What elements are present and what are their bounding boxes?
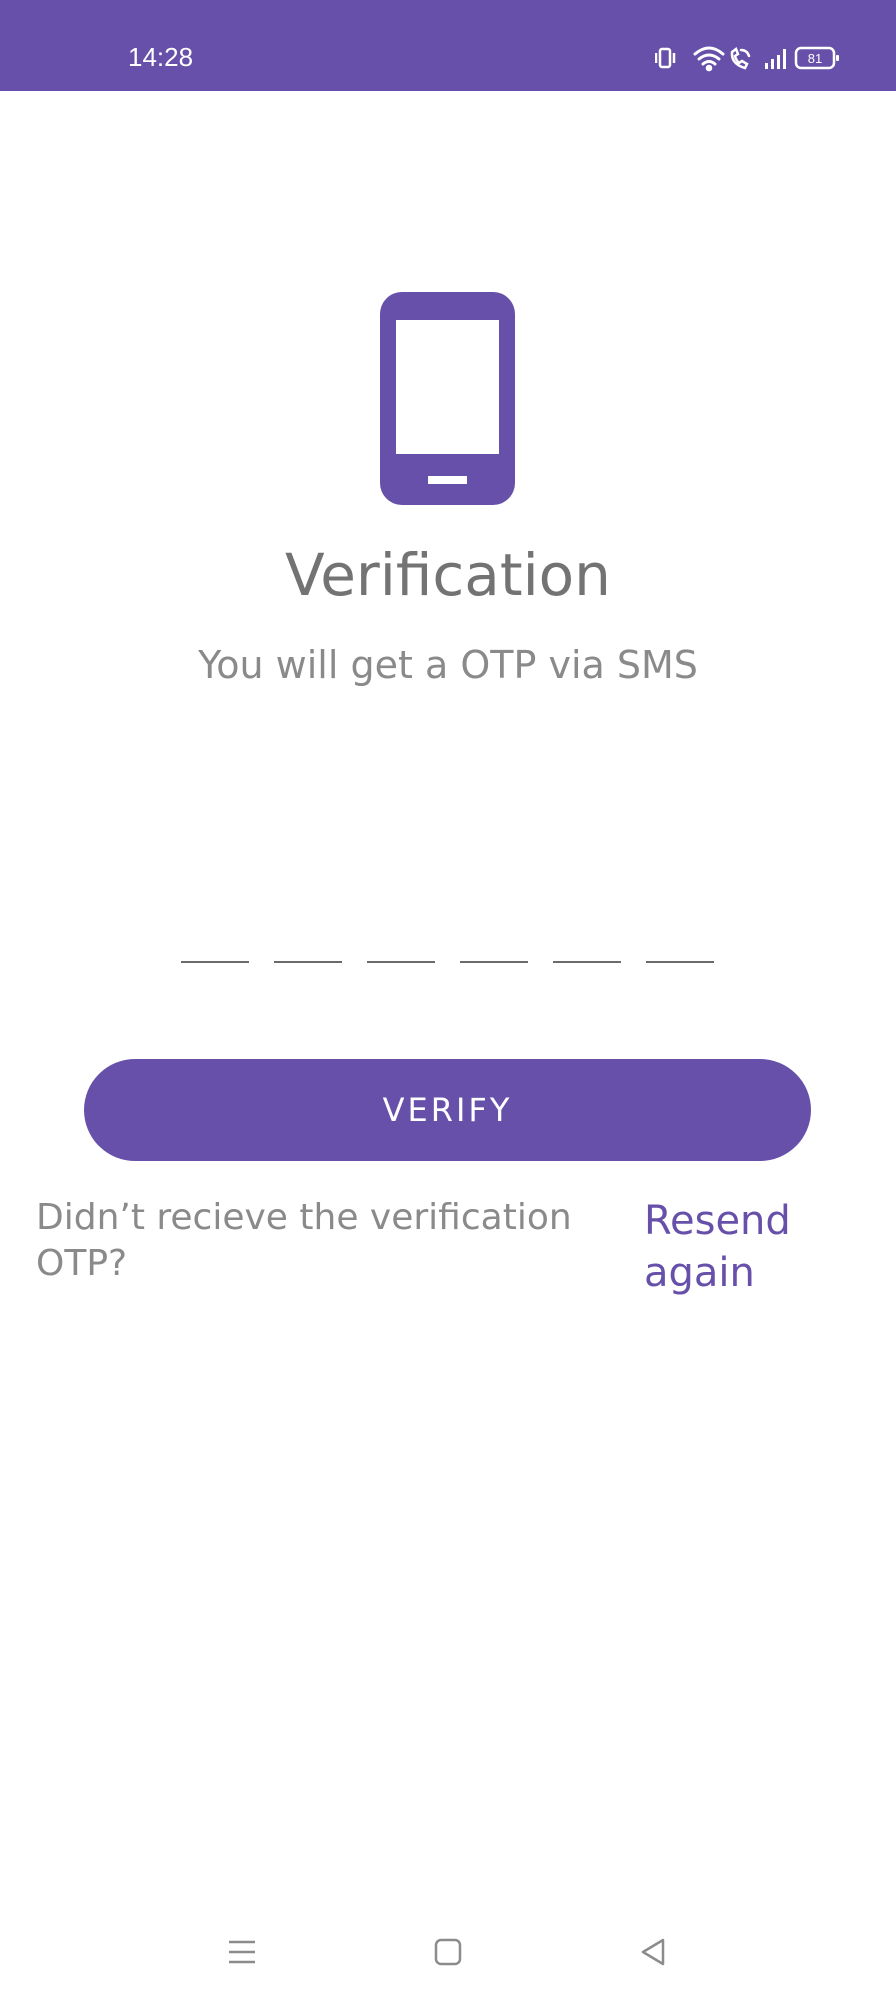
verify-button[interactable]: VERIFY (84, 1059, 811, 1161)
status-bar: 14:28 81 (0, 0, 896, 91)
menu-icon (229, 1940, 255, 1964)
battery-icon: 81 (794, 46, 839, 70)
menu-button[interactable] (215, 1925, 269, 1979)
signal-icon (765, 49, 786, 69)
smartphone-icon (380, 292, 515, 505)
otp-digit-2[interactable] (274, 941, 342, 963)
back-button[interactable] (626, 1925, 680, 1979)
back-icon (641, 1938, 665, 1966)
system-navigation-bar (0, 1925, 896, 1979)
battery-level: 81 (808, 51, 822, 66)
otp-input-group[interactable] (181, 941, 714, 963)
home-button[interactable] (421, 1925, 475, 1979)
wifi-calling-icon (730, 47, 751, 70)
wifi-icon (693, 46, 725, 72)
otp-digit-4[interactable] (460, 941, 528, 963)
otp-digit-5[interactable] (553, 941, 621, 963)
otp-digit-1[interactable] (181, 941, 249, 963)
status-time: 14:28 (128, 42, 194, 72)
home-icon (434, 1938, 462, 1966)
page-subtitle: You will get a OTP via SMS (198, 643, 698, 687)
page-title: Verification (285, 541, 611, 609)
status-icons: 81 (655, 46, 839, 72)
resend-prompt: Didn’t recieve the verification OTP? (36, 1197, 572, 1284)
otp-digit-6[interactable] (646, 941, 714, 963)
resend-again-link[interactable]: Resend again (644, 1195, 824, 1299)
vibrate-icon (655, 47, 676, 69)
otp-digit-3[interactable] (367, 941, 435, 963)
